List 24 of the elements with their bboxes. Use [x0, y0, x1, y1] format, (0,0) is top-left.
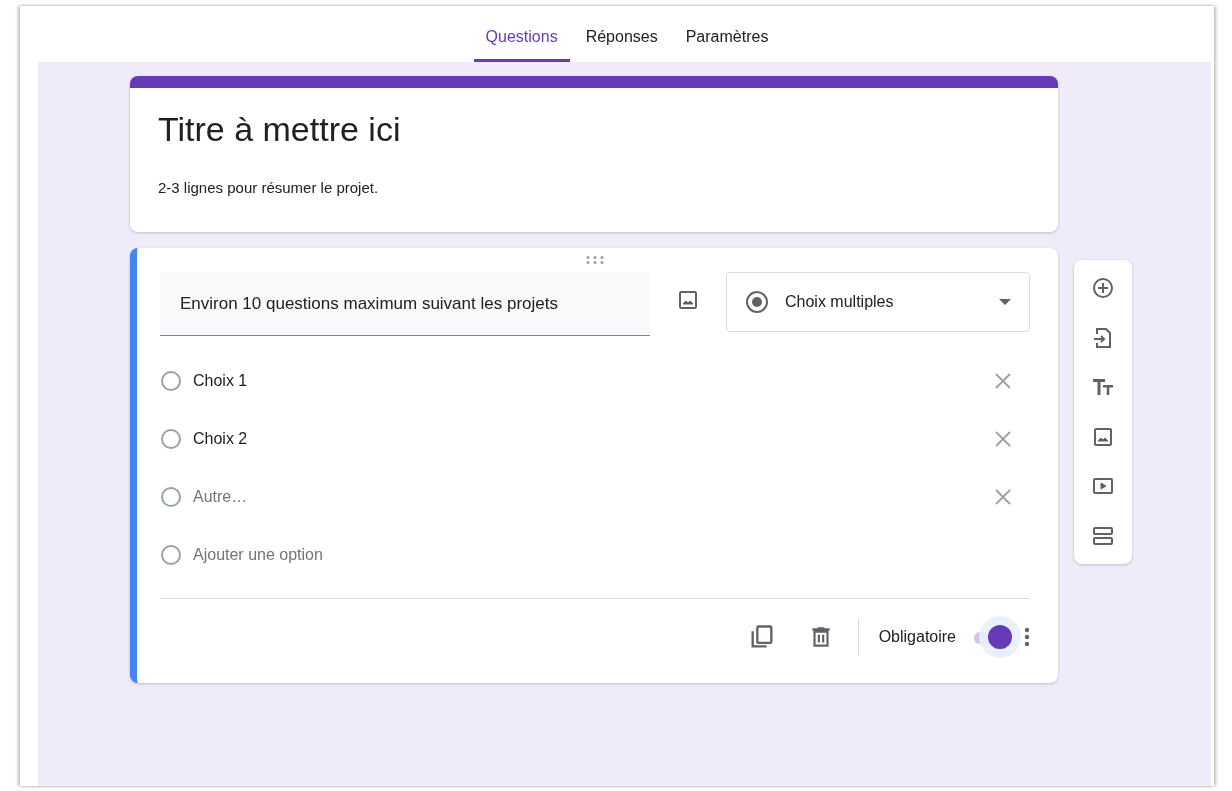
- radio-selected-icon: [745, 290, 769, 314]
- radio-button[interactable]: [161, 545, 181, 565]
- tab[interactable]: Paramètres: [673, 28, 781, 62]
- add-option-link[interactable]: Ajouter une option: [193, 546, 1030, 564]
- required-label: Obligatoire: [878, 628, 956, 646]
- radio-button[interactable]: [161, 429, 181, 449]
- other-option-label[interactable]: Autre…: [193, 488, 982, 506]
- form-description[interactable]: 2-3 lignes pour résumer le projet.: [158, 179, 1030, 196]
- more-options-icon[interactable]: [1024, 627, 1030, 647]
- question-type-dropdown[interactable]: Choix multiples: [726, 272, 1030, 332]
- option-label[interactable]: Choix 2: [193, 430, 982, 448]
- tab[interactable]: Réponses: [573, 28, 670, 62]
- radio-button[interactable]: [161, 371, 181, 391]
- image-icon[interactable]: [676, 288, 700, 312]
- add-circle-icon[interactable]: [1091, 276, 1115, 300]
- close-icon[interactable]: [994, 488, 1012, 506]
- close-icon[interactable]: [994, 372, 1012, 390]
- close-icon[interactable]: [994, 430, 1012, 448]
- form-title[interactable]: Titre à mettre ici: [158, 110, 1030, 149]
- radio-button[interactable]: [161, 487, 181, 507]
- drag-handle-icon[interactable]: [585, 256, 605, 264]
- option-label[interactable]: Choix 1: [193, 372, 982, 390]
- question-field[interactable]: Environ 10 questions maximum suivant les projets: [160, 272, 650, 336]
- caret-icon: [999, 299, 1011, 305]
